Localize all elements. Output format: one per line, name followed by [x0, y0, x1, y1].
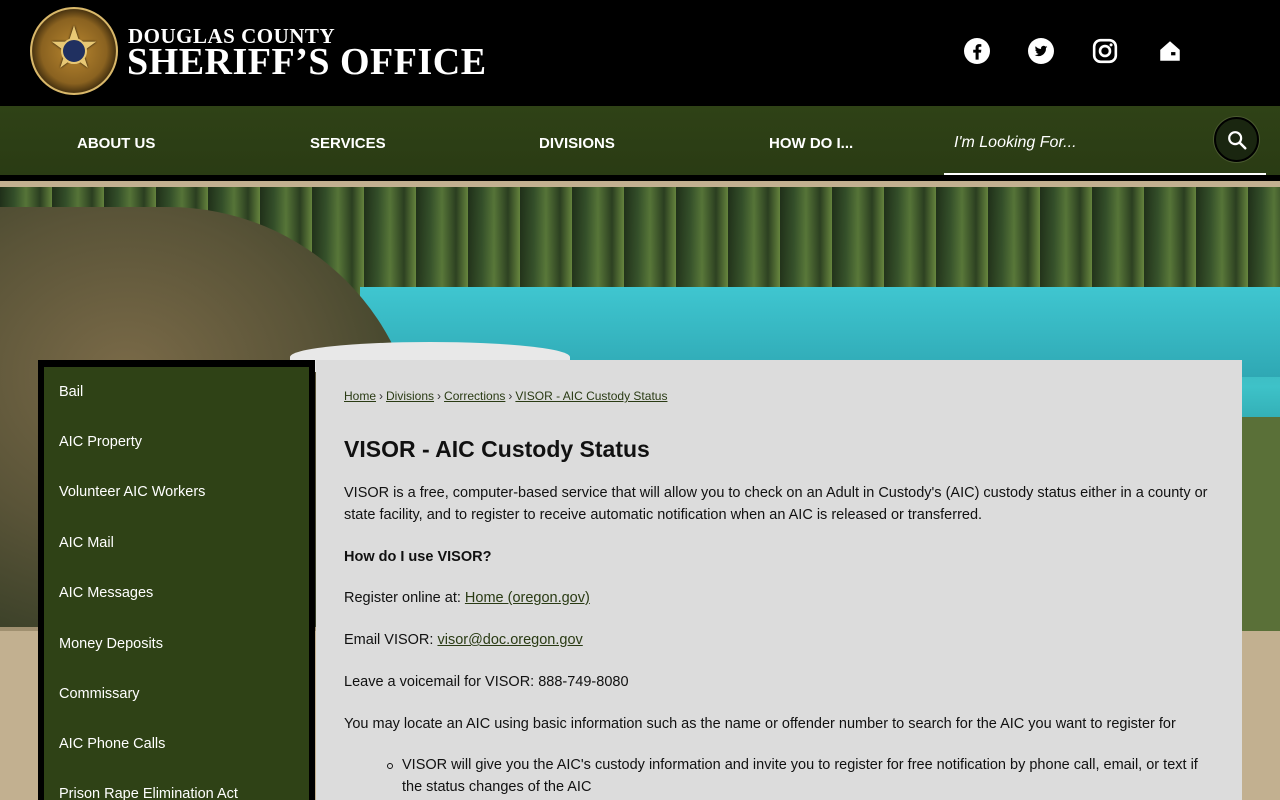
sidebar-item-aic-mail[interactable]: AIC Mail	[59, 535, 114, 551]
how-heading: How do I use VISOR?	[344, 546, 1214, 568]
sidebar-item-bail[interactable]: Bail	[59, 384, 83, 400]
list-item: VISOR will give you the AIC's custody in…	[387, 754, 1212, 798]
sidebar-item-prea[interactable]: Prison Rape Elimination Act	[59, 786, 238, 800]
breadcrumb-home[interactable]: Home	[344, 389, 376, 403]
sidebar-item-aic-messages[interactable]: AIC Messages	[59, 585, 153, 601]
sidebar-item-aic-phone-calls[interactable]: AIC Phone Calls	[59, 736, 165, 752]
breadcrumb-corrections[interactable]: Corrections	[444, 389, 505, 403]
email-label: Email VISOR:	[344, 632, 434, 648]
register-link[interactable]: Home (oregon.gov)	[465, 590, 590, 606]
breadcrumb-separator: ›	[437, 389, 442, 403]
search-input[interactable]	[954, 128, 1204, 158]
instagram-icon[interactable]	[1091, 37, 1119, 65]
home-icon[interactable]	[1156, 37, 1184, 65]
twitter-icon[interactable]	[1027, 37, 1055, 65]
page-title: VISOR - AIC Custody Status	[344, 436, 650, 462]
sidebar-item-money-deposits[interactable]: Money Deposits	[59, 636, 163, 652]
nav-about-us[interactable]: ABOUT US	[77, 135, 155, 152]
breadcrumb: Home › Divisions › Corrections › VISOR - AIC C…	[344, 389, 667, 403]
register-label: Register online at:	[344, 590, 461, 606]
breadcrumb-divisions[interactable]: Divisions	[386, 389, 434, 403]
locate-paragraph: You may locate an AIC using basic inform…	[344, 716, 1176, 732]
nav-how-do-i[interactable]: HOW DO I...	[769, 135, 853, 152]
sidebar: Bail AIC Property Volunteer AIC Workers …	[38, 360, 315, 800]
email-link[interactable]: visor@doc.oregon.gov	[437, 632, 582, 648]
breadcrumb-separator: ›	[379, 389, 384, 403]
register-line: Register online at: Home (oregon.gov)	[344, 587, 1214, 609]
search-button[interactable]	[1214, 117, 1259, 162]
breadcrumb-current[interactable]: VISOR - AIC Custody Status	[515, 389, 667, 403]
sidebar-item-aic-property[interactable]: AIC Property	[59, 434, 142, 450]
sidebar-item-volunteer-aic-workers[interactable]: Volunteer AIC Workers	[59, 484, 205, 500]
hero-bank	[1240, 417, 1280, 631]
email-line: Email VISOR: visor@doc.oregon.gov	[344, 629, 1214, 651]
main-content: Home › Divisions › Corrections › VISOR - AIC C…	[316, 360, 1242, 800]
nav-divisions[interactable]: DIVISIONS	[539, 135, 615, 152]
breadcrumb-separator: ›	[508, 389, 513, 403]
sidebar-menu: Bail AIC Property Volunteer AIC Workers …	[44, 367, 309, 800]
sidebar-item-commissary[interactable]: Commissary	[59, 686, 140, 702]
sheriff-badge-logo[interactable]: ★	[30, 7, 118, 95]
voicemail-line: Leave a voicemail for VISOR: 888-749-808…	[344, 674, 629, 690]
how-heading-text: How do I use VISOR?	[344, 549, 492, 565]
search-icon	[1227, 130, 1247, 150]
nav-services[interactable]: SERVICES	[310, 135, 386, 152]
brand-office[interactable]: SHERIFF’S OFFICE	[127, 40, 487, 84]
intro-paragraph: VISOR is a free, computer-based service …	[344, 485, 1208, 523]
facebook-icon[interactable]	[963, 37, 991, 65]
badge-seal	[61, 38, 87, 64]
site-header: ★ DOUGLAS COUNTY SHERIFF’S OFFICE	[0, 0, 1280, 106]
